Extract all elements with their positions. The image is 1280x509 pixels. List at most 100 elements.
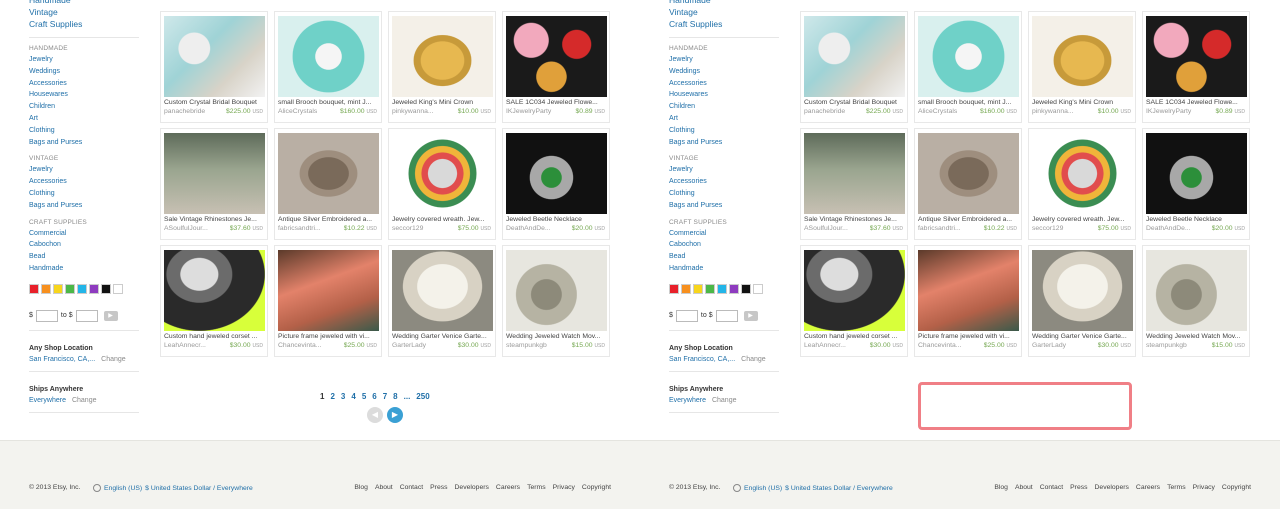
color-swatch[interactable] (101, 283, 111, 294)
category-link[interactable]: Art (29, 113, 141, 125)
listing-image[interactable] (1032, 133, 1133, 214)
category-link[interactable]: Housewares (669, 89, 781, 101)
color-swatch[interactable] (65, 283, 75, 294)
footer-link[interactable]: Terms (1167, 484, 1186, 491)
category-link[interactable]: Bead (29, 251, 141, 263)
listing-image[interactable] (1032, 16, 1133, 97)
listing-image[interactable] (804, 133, 905, 214)
listing-shop[interactable]: ASoulfulJour... (164, 225, 216, 232)
listing-card[interactable]: Jeweled King's Mini Crown pinkywanna... $1… (388, 11, 496, 123)
color-swatch[interactable] (741, 283, 751, 294)
listing-image[interactable] (1146, 133, 1247, 214)
listing-shop[interactable]: AliceCrystals (918, 108, 970, 115)
listing-card[interactable]: Antique Silver Embroidered a... fabricsan… (914, 128, 1022, 240)
footer-link[interactable]: Press (1070, 484, 1087, 491)
category-link[interactable]: Jewelry (29, 164, 141, 176)
listing-title[interactable]: Picture frame jeweled with vi... (918, 333, 1019, 340)
listing-image[interactable] (278, 133, 379, 214)
locale-selector[interactable]: English (US) $ United States Dollar / Eve… (733, 484, 893, 492)
next-page-button[interactable]: ▶ (387, 407, 403, 423)
footer-link[interactable]: Privacy (553, 484, 575, 491)
category-link[interactable]: Bags and Purses (29, 137, 141, 149)
ships-change-link[interactable]: Change (712, 397, 737, 404)
listing-shop[interactable]: steampunkgb (506, 342, 558, 349)
footer-link[interactable]: Blog (354, 484, 368, 491)
listing-card[interactable]: Jeweled Beetle Necklace DeathAndDe... $20.… (1142, 128, 1250, 240)
listing-card[interactable]: small Brooch bouquet, mint J... AliceCrys… (274, 11, 382, 123)
language-link[interactable]: English (US) (104, 485, 142, 492)
listing-title[interactable]: Wedding Jeweled Watch Mov... (506, 333, 607, 340)
price-max-input[interactable] (715, 309, 738, 322)
listing-card[interactable]: Jeweled Beetle Necklace DeathAndDe... $20.… (502, 128, 610, 240)
category-link[interactable]: Cabochon (669, 239, 781, 251)
listing-shop[interactable]: ASoulfulJour... (804, 225, 856, 232)
category-link[interactable]: Accessories (669, 176, 781, 188)
listing-shop[interactable]: LeahAnnecr... (804, 342, 856, 349)
price-min-input[interactable] (675, 309, 698, 322)
category-link[interactable]: Art (669, 113, 781, 125)
category-link[interactable]: Commercial (29, 228, 141, 240)
listing-shop[interactable]: seccor129 (1032, 225, 1084, 232)
listing-image[interactable] (1146, 250, 1247, 331)
category-link[interactable]: Bags and Purses (669, 200, 781, 212)
listing-title[interactable]: Custom Crystal Bridal Bouquet (164, 99, 265, 106)
listing-title[interactable]: Antique Silver Embroidered a... (918, 216, 1019, 223)
top-link-vintage[interactable]: Vintage (669, 6, 781, 18)
page-link[interactable]: 6 (372, 392, 376, 401)
listing-title[interactable]: Sale Vintage Rhinestones Je... (804, 216, 905, 223)
listing-image[interactable] (506, 16, 607, 97)
category-link[interactable]: Clothing (29, 125, 141, 137)
currency-region-link[interactable]: $ United States Dollar / Everywhere (145, 485, 253, 492)
color-swatch[interactable] (29, 283, 39, 294)
color-swatch[interactable] (113, 283, 123, 294)
listing-shop[interactable]: DeathAndDe... (1146, 225, 1198, 232)
category-link[interactable]: Handmade (669, 263, 781, 275)
category-link[interactable]: Clothing (669, 188, 781, 200)
category-link[interactable]: Housewares (29, 89, 141, 101)
listing-title[interactable]: Custom Crystal Bridal Bouquet (804, 99, 905, 106)
listing-title[interactable]: small Brooch bouquet, mint J... (918, 99, 1019, 106)
listing-card[interactable]: Wedding Garter Venice Garte... GarterLady… (388, 245, 496, 357)
category-link[interactable]: Cabochon (29, 239, 141, 251)
listing-card[interactable]: Custom hand jeweled corset ... LeahAnnecr… (160, 245, 268, 357)
listing-shop[interactable]: LeahAnnecr... (164, 342, 216, 349)
listing-title[interactable]: small Brooch bouquet, mint J... (278, 99, 379, 106)
listing-shop[interactable]: IKJewelryParty (1146, 108, 1198, 115)
listing-card[interactable]: Jewelry covered wreath. Jew... seccor129 $… (388, 128, 496, 240)
category-link[interactable]: Children (669, 101, 781, 113)
listing-image[interactable] (506, 133, 607, 214)
shop-location-change-link[interactable]: Change (101, 356, 126, 363)
ships-value[interactable]: Everywhere (669, 397, 706, 404)
top-link-craft-supplies[interactable]: Craft Supplies (29, 18, 141, 30)
listing-image[interactable] (164, 250, 265, 331)
listing-shop[interactable]: fabricsandtri... (278, 225, 330, 232)
footer-link[interactable]: Blog (994, 484, 1008, 491)
listing-title[interactable]: Antique Silver Embroidered a... (278, 216, 379, 223)
footer-link[interactable]: Contact (1040, 484, 1063, 491)
color-swatch[interactable] (53, 283, 63, 294)
listing-shop[interactable]: DeathAndDe... (506, 225, 558, 232)
listing-image[interactable] (804, 16, 905, 97)
category-link[interactable]: Bead (669, 251, 781, 263)
listing-title[interactable]: Wedding Garter Venice Garte... (392, 333, 493, 340)
listing-card[interactable]: Custom Crystal Bridal Bouquet panachebrid… (800, 11, 908, 123)
listing-image[interactable] (918, 250, 1019, 331)
page-link[interactable]: 8 (393, 392, 397, 401)
color-swatch[interactable] (41, 283, 51, 294)
listing-card[interactable]: Antique Silver Embroidered a... fabricsan… (274, 128, 382, 240)
listing-card[interactable]: Jeweled King's Mini Crown pinkywanna... $1… (1028, 11, 1136, 123)
color-swatch[interactable] (89, 283, 99, 294)
footer-link[interactable]: Press (430, 484, 447, 491)
footer-link[interactable]: Developers (455, 484, 489, 491)
footer-link[interactable]: Contact (400, 484, 423, 491)
category-link[interactable]: Bags and Purses (29, 200, 141, 212)
category-link[interactable]: Children (29, 101, 141, 113)
price-go-button[interactable]: ▶ (743, 310, 758, 321)
listing-title[interactable]: Jeweled Beetle Necklace (1146, 216, 1247, 223)
price-max-input[interactable] (75, 309, 98, 322)
footer-link[interactable]: About (1015, 484, 1033, 491)
previous-page-button[interactable]: ◀ (367, 407, 383, 423)
listing-title[interactable]: Custom hand jeweled corset ... (164, 333, 265, 340)
listing-title[interactable]: Sale Vintage Rhinestones Je... (164, 216, 265, 223)
listing-card[interactable]: Sale Vintage Rhinestones Je... ASoulfulJo… (160, 128, 268, 240)
